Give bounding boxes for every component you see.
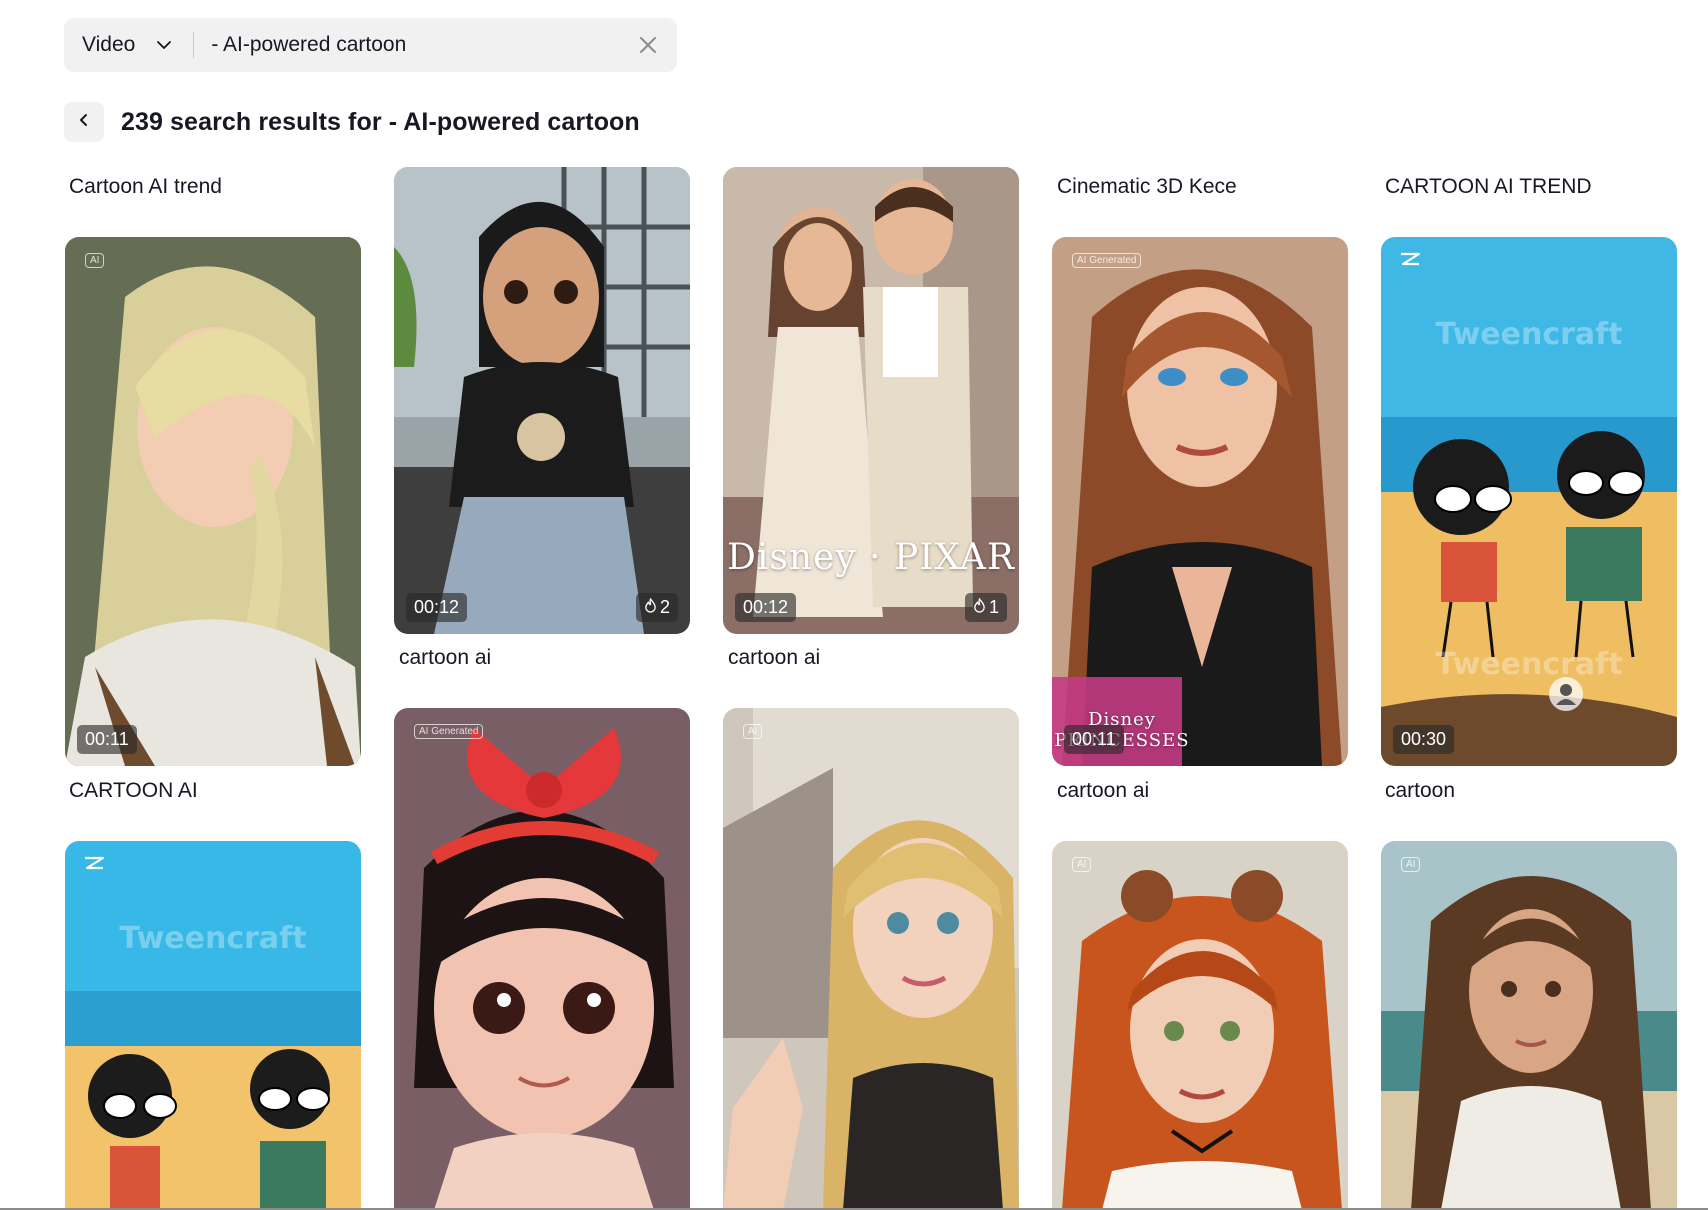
capcut-icon xyxy=(83,855,105,871)
brand-overlay: Disney · PIXAR xyxy=(727,537,1015,578)
ai-generated-tag: AI xyxy=(1401,857,1421,872)
watermark: Tweencraft xyxy=(1435,647,1623,682)
thumbnail-image xyxy=(65,237,361,766)
thumbnail-image xyxy=(1381,841,1677,1210)
likes-badge: 1 xyxy=(964,593,1007,622)
video-thumbnail[interactable]: Tweencraft xyxy=(65,841,361,1210)
thumbnail-image xyxy=(1052,841,1348,1210)
video-thumbnail[interactable]: AI Generated Disney PRINCESSES 00:11 xyxy=(1052,237,1348,766)
ai-generated-tag: AI Generated xyxy=(1072,253,1142,268)
results-grid: Cartoon AI trend AI 00:11 CARTOON AI Twe… xyxy=(0,0,1708,1210)
video-card-title[interactable]: cartoon ai xyxy=(1057,779,1149,803)
video-card-title[interactable]: cartoon ai xyxy=(728,646,820,670)
flame-icon xyxy=(973,597,986,618)
likes-badge: 2 xyxy=(635,593,678,622)
video-thumbnail[interactable]: AI Generated xyxy=(394,708,690,1210)
likes-count: 1 xyxy=(988,597,999,617)
ai-generated-tag: AI xyxy=(85,253,105,268)
ai-generated-tag: AI Generated xyxy=(414,724,484,739)
duration-badge: 00:30 xyxy=(1393,725,1455,754)
video-card-title[interactable]: cartoon xyxy=(1385,779,1455,803)
video-thumbnail[interactable]: 00:12 2 xyxy=(394,167,690,634)
video-card-title[interactable]: Cinematic 3D Kece xyxy=(1057,175,1237,199)
video-thumbnail[interactable]: AI xyxy=(1381,841,1677,1210)
video-thumbnail[interactable]: Disney · PIXAR 00:12 1 xyxy=(723,167,1019,634)
thumbnail-image xyxy=(65,841,361,1210)
video-card-title[interactable]: cartoon ai xyxy=(399,646,491,670)
thumbnail-image xyxy=(1052,237,1348,766)
ai-generated-tag: AI xyxy=(1072,857,1092,872)
video-thumbnail[interactable]: Tweencraft Tweencraft 00:30 xyxy=(1381,237,1677,766)
video-thumbnail[interactable]: AI 00:11 xyxy=(65,237,361,766)
video-card-title[interactable]: CARTOON AI xyxy=(69,779,198,803)
duration-badge: 00:12 xyxy=(735,593,797,622)
watermark: Tweencraft xyxy=(119,921,307,956)
avatar xyxy=(1549,677,1583,711)
video-card-title[interactable]: CARTOON AI TREND xyxy=(1385,175,1592,199)
video-thumbnail[interactable]: AI xyxy=(723,708,1019,1210)
video-card-title[interactable]: Cartoon AI trend xyxy=(69,175,222,199)
capcut-icon xyxy=(1399,251,1421,267)
thumbnail-image xyxy=(394,708,690,1210)
thumbnail-image xyxy=(394,167,690,634)
thumbnail-image xyxy=(723,708,1019,1210)
duration-badge: 00:11 xyxy=(77,725,137,754)
likes-count: 2 xyxy=(659,597,670,617)
duration-badge: 00:12 xyxy=(406,593,468,622)
duration-badge: 00:11 xyxy=(1064,725,1124,754)
flame-icon xyxy=(644,597,657,618)
watermark: Tweencraft xyxy=(1435,317,1623,352)
video-thumbnail[interactable]: AI xyxy=(1052,841,1348,1210)
ai-generated-tag: AI xyxy=(743,724,763,739)
